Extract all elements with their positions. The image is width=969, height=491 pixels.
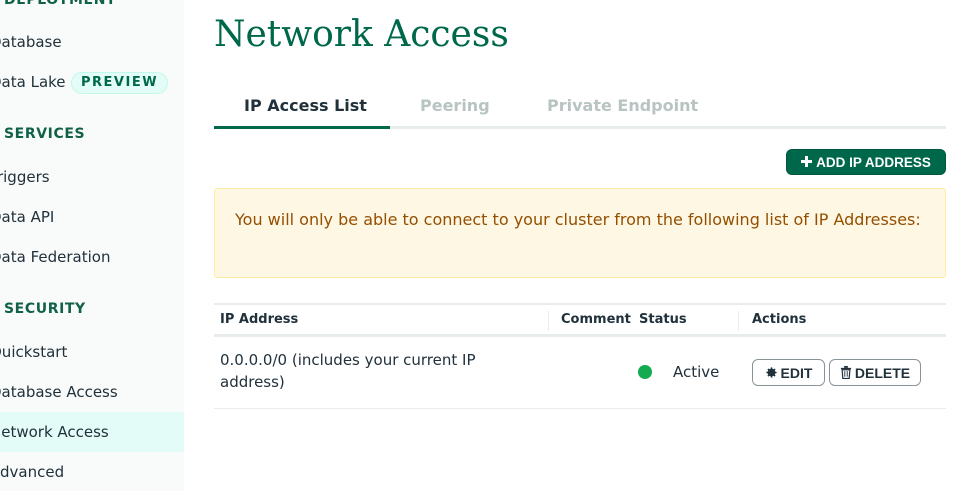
trash-icon — [840, 366, 852, 379]
warning-banner: You will only be able to connect to your… — [214, 188, 946, 278]
ip-access-table: IP Address Comment Status Actions 0.0.0.… — [214, 303, 946, 409]
sidebar-item-database-access[interactable]: Database Access — [0, 372, 184, 412]
preview-badge: PREVIEW — [71, 72, 169, 94]
sidebar-item-label: Data Federation — [0, 248, 111, 266]
sidebar-item-database[interactable]: Database — [0, 22, 184, 62]
delete-button[interactable]: DELETE — [829, 359, 921, 386]
sidebar-item-label: Data Lake — [0, 73, 66, 91]
status-active-icon — [638, 365, 652, 379]
sidebar-item-label: Network Access — [0, 423, 109, 441]
tab-ip-access-list[interactable]: IP Access List — [244, 96, 367, 115]
edit-label: EDIT — [780, 364, 813, 381]
column-header-comment[interactable]: Comment — [561, 312, 631, 327]
column-divider — [738, 311, 739, 331]
sidebar-item-quickstart[interactable]: Quickstart — [0, 332, 184, 372]
warning-banner-text: You will only be able to connect to your… — [235, 210, 921, 229]
active-tab-indicator — [214, 126, 390, 129]
gear-icon — [765, 366, 778, 379]
plus-icon — [801, 154, 813, 171]
tab-peering[interactable]: Peering — [420, 96, 490, 115]
sidebar-item-label: Data API — [0, 208, 55, 226]
sidebar-item-label: Advanced — [0, 463, 65, 481]
column-header-actions: Actions — [752, 312, 807, 327]
sidebar-item-data-lake[interactable]: Data Lake PREVIEW — [0, 62, 184, 102]
sidebar-item-label: Database Access — [0, 383, 118, 401]
edit-button[interactable]: EDIT — [752, 359, 825, 386]
sidebar-section-deployment: DEPLOYMENT — [4, 0, 117, 8]
ip-address-cell: 0.0.0.0/0 (includes your current IP addr… — [220, 349, 520, 393]
sidebar-item-label: Triggers — [0, 168, 50, 186]
delete-label: DELETE — [854, 364, 911, 381]
table-header: IP Address Comment Status Actions — [214, 303, 946, 337]
sidebar-section-security: SECURITY — [4, 301, 86, 317]
column-header-status[interactable]: Status — [639, 312, 687, 327]
sidebar-item-data-federation[interactable]: Data Federation — [0, 237, 184, 277]
add-ip-address-button[interactable]: ADD IP ADDRESS — [786, 149, 946, 175]
ip-address-value: 0.0.0.0/0 — [220, 351, 288, 369]
sidebar: DEPLOYMENT Database Data Lake PREVIEW SE… — [0, 0, 184, 491]
add-ip-address-label: ADD IP ADDRESS — [816, 154, 931, 170]
tab-bar: IP Access List Peering Private Endpoint — [214, 90, 946, 129]
column-divider — [548, 311, 549, 331]
tab-private-endpoint[interactable]: Private Endpoint — [547, 96, 698, 115]
sidebar-item-data-api[interactable]: Data API — [0, 197, 184, 237]
sidebar-item-label: Quickstart — [0, 343, 68, 361]
sidebar-item-label: Database — [0, 33, 62, 51]
column-header-ip-address[interactable]: IP Address — [220, 312, 298, 327]
table-row: 0.0.0.0/0 (includes your current IP addr… — [214, 337, 946, 409]
sidebar-item-advanced[interactable]: Advanced — [0, 452, 184, 491]
sidebar-item-triggers[interactable]: Triggers — [0, 157, 184, 197]
page-title: Network Access — [214, 14, 509, 55]
sidebar-item-network-access[interactable]: Network Access — [0, 412, 184, 452]
status-text: Active — [673, 363, 720, 381]
sidebar-section-services: SERVICES — [4, 126, 86, 142]
